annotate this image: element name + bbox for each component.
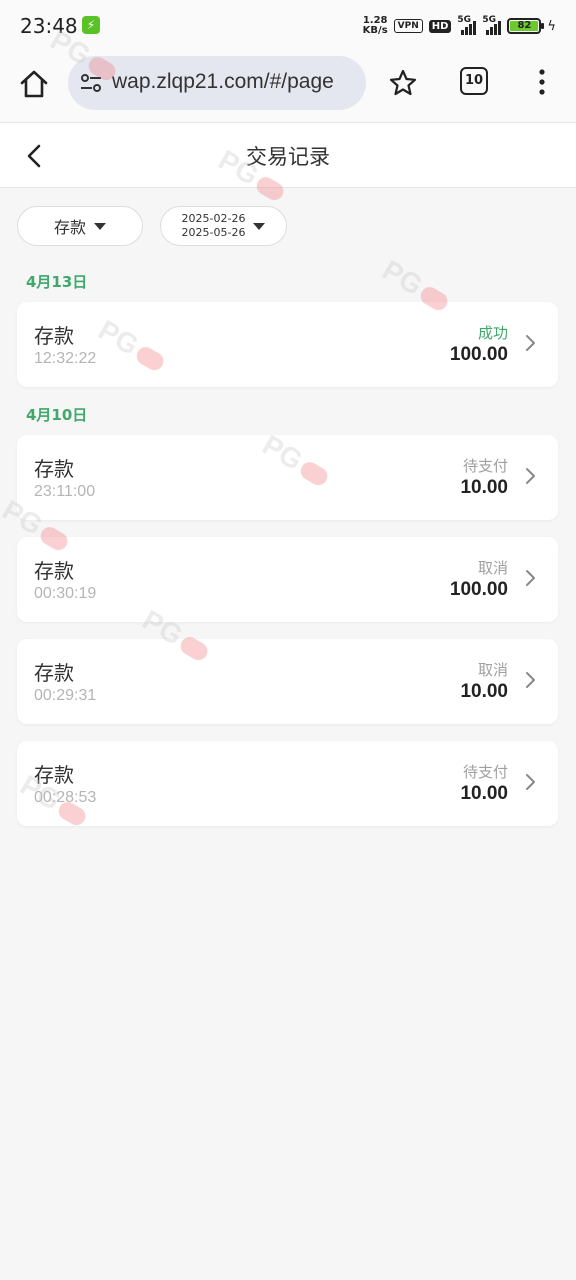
chevron-right-icon bbox=[526, 468, 535, 484]
date-end: 2025-05-26 bbox=[181, 226, 246, 239]
signal-label: 5G bbox=[482, 15, 497, 25]
transaction-amount: 10.00 bbox=[460, 681, 508, 702]
caret-down-icon bbox=[253, 222, 266, 230]
more-menu-icon[interactable] bbox=[532, 68, 552, 96]
type-filter-dropdown[interactable]: 存款 bbox=[17, 206, 143, 246]
transaction-amount: 100.00 bbox=[449, 579, 508, 600]
transaction-amount: 100.00 bbox=[449, 344, 508, 365]
transaction-time: 00:30:19 bbox=[34, 585, 97, 602]
transaction-type: 存款 bbox=[34, 559, 74, 583]
battery-level: 82 bbox=[510, 21, 539, 31]
date-range-filter-dropdown[interactable]: 2025-02-26 2025-05-26 bbox=[160, 206, 287, 246]
hd-icon: HD bbox=[428, 19, 452, 33]
transaction-status: 取消 bbox=[477, 661, 508, 679]
transaction-type: 存款 bbox=[34, 661, 74, 685]
tab-switcher-button[interactable]: 10 bbox=[460, 67, 488, 95]
transaction-status: 待支付 bbox=[462, 763, 508, 781]
bookmark-star-icon[interactable] bbox=[388, 68, 418, 98]
transaction-time: 23:11:00 bbox=[34, 483, 96, 500]
chevron-right-icon bbox=[526, 774, 535, 790]
page-title: 交易记录 bbox=[246, 145, 330, 169]
url-text[interactable]: wap.zlqp21.com/#/page bbox=[112, 70, 334, 94]
group-date-label: 4月10日 bbox=[26, 406, 88, 424]
transaction-status: 取消 bbox=[477, 559, 508, 577]
charging-icon: ϟ bbox=[547, 18, 556, 34]
notification-app-icon: ⚡ bbox=[82, 16, 100, 34]
date-range: 2025-02-26 2025-05-26 bbox=[182, 212, 246, 240]
transaction-row[interactable]: 存款 00:28:53 待支付 10.00 bbox=[17, 741, 558, 826]
transaction-row[interactable]: 存款 00:30:19 取消 100.00 bbox=[17, 537, 558, 622]
transaction-type: 存款 bbox=[34, 324, 74, 348]
signal-label: 5G bbox=[457, 15, 472, 25]
transaction-time: 00:29:31 bbox=[34, 687, 97, 704]
transaction-status: 成功 bbox=[477, 324, 508, 342]
type-filter-label: 存款 bbox=[53, 218, 86, 237]
home-icon[interactable] bbox=[16, 66, 52, 102]
battery-icon: 82 bbox=[507, 18, 545, 34]
chevron-right-icon bbox=[526, 570, 535, 586]
chevron-right-icon bbox=[526, 335, 535, 351]
chevron-right-icon bbox=[526, 672, 535, 688]
vpn-icon: VPN bbox=[393, 19, 423, 33]
caret-down-icon bbox=[94, 222, 106, 230]
transaction-amount: 10.00 bbox=[460, 783, 508, 804]
date-start: 2025-02-26 bbox=[181, 212, 246, 225]
transaction-status: 待支付 bbox=[462, 457, 508, 475]
network-speed: 1.28 KB/s bbox=[363, 16, 388, 36]
transaction-amount: 10.00 bbox=[460, 477, 508, 498]
status-icons: 1.28 KB/s VPN HD 5G 5G 82 ϟ bbox=[363, 14, 556, 38]
transaction-type: 存款 bbox=[34, 457, 74, 481]
signal-icon: 5G bbox=[457, 15, 477, 35]
network-speed-unit: KB/s bbox=[362, 25, 388, 36]
transaction-time: 12:32:22 bbox=[34, 350, 97, 367]
signal-icon: 5G bbox=[482, 15, 502, 35]
group-date-label: 4月13日 bbox=[26, 273, 88, 291]
transaction-row[interactable]: 存款 00:29:31 取消 10.00 bbox=[17, 639, 558, 724]
